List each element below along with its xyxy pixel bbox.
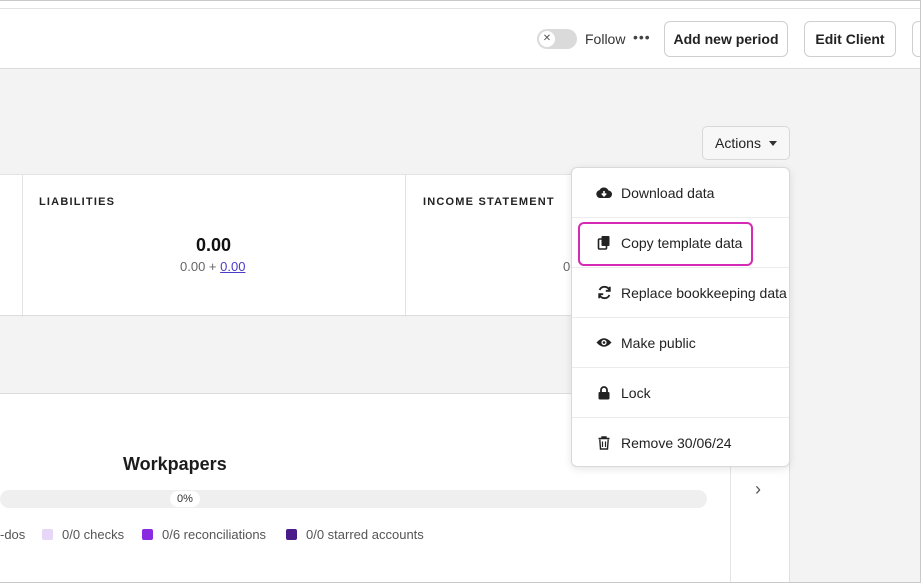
liabilities-title: LIABILITIES [39,196,116,208]
menu-item-make-public[interactable]: Make public [572,318,789,368]
add-new-period-button[interactable]: Add new period [664,21,788,57]
eye-icon [596,335,612,351]
menu-item-download-data[interactable]: Download data [572,168,789,218]
income-statement-breakdown: 0 [563,259,571,274]
menu-item-label: Download data [621,184,715,201]
reconciliations-swatch [142,529,153,540]
edit-client-button[interactable]: Edit Client [804,21,896,57]
legend-todos: -dos [0,527,25,542]
follow-label: Follow [585,31,626,47]
refresh-icon [596,285,612,301]
legend-reconciliations: 0/6 reconciliations [142,527,266,542]
legend-starred-label: 0/0 starred accounts [306,527,424,542]
actions-button[interactable]: Actions [702,126,790,160]
trash-icon [596,435,612,451]
income-statement-title: INCOME STATEMENT [423,196,555,208]
workpapers-title: Workpapers [123,454,227,474]
menu-item-lock[interactable]: Lock [572,368,789,418]
menu-item-label: Lock [621,384,651,401]
starred-swatch [286,529,297,540]
menu-item-label: Make public [621,334,696,351]
liabilities-breakdown: 0.00 + 0.00 [180,259,245,274]
legend-starred: 0/0 starred accounts [286,527,424,542]
legend-todos-label: -dos [0,527,26,542]
card-divider [22,175,23,317]
workpapers-progress-bar [0,490,707,508]
overflow-button[interactable] [912,21,920,57]
menu-item-label: Remove 30/06/24 [621,435,732,451]
menu-item-label: Replace bookkeeping data [621,284,787,301]
legend-checks-label: 0/0 checks [62,527,125,542]
checks-swatch [42,529,53,540]
app-frame: ✕ Follow ••• Add new period Edit Client … [0,0,921,583]
menu-item-remove-period[interactable]: Remove 30/06/24 [572,418,789,468]
actions-label: Actions [715,135,761,151]
summary-cards: LIABILITIES 0.00 0.00 + 0.00 INCOME STAT… [0,174,600,317]
caret-down-icon [768,140,777,146]
more-horizontal-icon[interactable]: ••• [633,29,651,45]
lock-icon [596,385,612,401]
chevron-right-icon[interactable]: › [755,479,761,500]
follow-toggle[interactable]: ✕ [537,29,577,49]
highlight-outline [578,222,753,266]
close-icon: ✕ [539,31,555,47]
workpapers-progress-label: 0% [170,491,200,507]
liabilities-breakdown-link[interactable]: 0.00 [220,259,245,274]
liabilities-value: 0.00 [196,235,232,255]
menu-item-replace-bookkeeping-data[interactable]: Replace bookkeeping data [572,268,789,318]
top-divider [0,8,920,9]
card-divider [405,175,406,317]
legend-reconciliations-label: 0/6 reconciliations [162,527,267,542]
liabilities-breakdown-text: 0.00 + [180,259,221,274]
legend-checks: 0/0 checks [42,527,124,542]
actions-menu: Download data Copy template data Replace… [571,167,790,467]
cloud-download-icon [596,185,612,201]
top-bar: ✕ Follow ••• Add new period Edit Client [0,1,920,69]
